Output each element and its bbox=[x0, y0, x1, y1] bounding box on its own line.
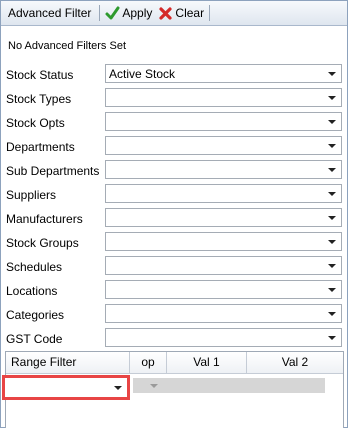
schedules-dropdown[interactable] bbox=[105, 256, 342, 275]
chevron-down-icon[interactable] bbox=[328, 288, 336, 292]
chevron-down-icon[interactable] bbox=[328, 216, 336, 220]
toolbar-divider bbox=[99, 5, 101, 21]
filter-label: Stock Groups bbox=[6, 236, 79, 250]
range-filter-dropdown-highlighted[interactable] bbox=[2, 375, 130, 400]
filter-row-stock-types: Stock Types bbox=[1, 88, 347, 110]
stock-groups-dropdown[interactable] bbox=[105, 232, 342, 251]
apply-button[interactable]: Apply bbox=[102, 6, 155, 21]
op-and-values-cells[interactable] bbox=[133, 378, 325, 393]
panel-title: Advanced Filter bbox=[8, 6, 92, 20]
gst-code-dropdown[interactable] bbox=[105, 328, 342, 347]
filter-row-suppliers: Suppliers bbox=[1, 184, 347, 206]
filter-row-stock-groups: Stock Groups bbox=[1, 232, 347, 254]
chevron-down-icon[interactable] bbox=[328, 312, 336, 316]
chevron-down-icon[interactable] bbox=[328, 96, 336, 100]
departments-dropdown[interactable] bbox=[105, 136, 342, 155]
chevron-down-icon[interactable] bbox=[328, 168, 336, 172]
chevron-down-icon[interactable] bbox=[328, 336, 336, 340]
filter-label: Suppliers bbox=[6, 188, 57, 202]
column-header-val2[interactable]: Val 2 bbox=[247, 352, 343, 373]
toolbar: Advanced Filter Apply Clear bbox=[1, 1, 347, 26]
manufacturers-dropdown[interactable] bbox=[105, 208, 342, 227]
stock-types-dropdown[interactable] bbox=[105, 88, 342, 107]
stock-status-dropdown[interactable]: Active Stock bbox=[105, 64, 342, 83]
sub-departments-dropdown[interactable] bbox=[105, 160, 342, 179]
categories-dropdown[interactable] bbox=[105, 304, 342, 323]
locations-dropdown[interactable] bbox=[105, 280, 342, 299]
toolbar-divider bbox=[209, 5, 211, 21]
filter-label: Locations bbox=[6, 284, 58, 298]
filter-label: Stock Types bbox=[6, 92, 72, 106]
filter-row-stock-opts: Stock Opts bbox=[1, 112, 347, 134]
filter-label: Schedules bbox=[6, 260, 63, 274]
filter-label: Departments bbox=[6, 140, 75, 154]
advanced-filter-panel: Advanced Filter Apply Clear No Advanced … bbox=[0, 0, 348, 428]
clear-button[interactable]: Clear bbox=[155, 6, 207, 21]
filter-label: Stock Status bbox=[6, 68, 74, 82]
filter-label: Sub Departments bbox=[6, 164, 100, 178]
filter-row-gst-code: GST Code bbox=[1, 328, 347, 350]
chevron-down-icon[interactable] bbox=[328, 144, 336, 148]
filter-row-categories: Categories bbox=[1, 304, 347, 326]
chevron-down-icon[interactable] bbox=[328, 72, 336, 76]
filter-row-departments: Departments bbox=[1, 136, 347, 158]
filter-row-sub-departments: Sub Departments bbox=[1, 160, 347, 182]
checkmark-icon bbox=[105, 6, 120, 19]
filter-row-locations: Locations bbox=[1, 280, 347, 302]
chevron-down-icon[interactable] bbox=[328, 264, 336, 268]
filter-status-text: No Advanced Filters Set bbox=[8, 40, 127, 52]
stock-opts-dropdown[interactable] bbox=[105, 112, 342, 131]
chevron-down-icon[interactable] bbox=[114, 386, 122, 390]
filter-row-stock-status: Stock Status Active Stock bbox=[1, 64, 347, 86]
chevron-down-icon[interactable] bbox=[328, 120, 336, 124]
range-filter-dropdown[interactable] bbox=[7, 380, 125, 395]
chevron-down-icon[interactable] bbox=[328, 240, 336, 244]
grid-header: Range Filter op Val 1 Val 2 bbox=[6, 352, 343, 374]
filter-label: Categories bbox=[6, 308, 65, 322]
column-header-val1[interactable]: Val 1 bbox=[167, 352, 247, 373]
apply-label: Apply bbox=[122, 6, 153, 20]
column-header-op[interactable]: op bbox=[130, 352, 167, 373]
dropdown-value: Active Stock bbox=[109, 67, 176, 81]
filter-label: Manufacturers bbox=[6, 212, 83, 226]
filter-row-manufacturers: Manufacturers bbox=[1, 208, 347, 230]
chevron-down-icon[interactable] bbox=[150, 384, 158, 388]
filter-label: Stock Opts bbox=[6, 116, 65, 130]
filter-label: GST Code bbox=[6, 332, 63, 346]
clear-label: Clear bbox=[175, 6, 205, 20]
red-x-icon bbox=[159, 6, 173, 20]
chevron-down-icon[interactable] bbox=[328, 192, 336, 196]
filter-row-schedules: Schedules bbox=[1, 256, 347, 278]
suppliers-dropdown[interactable] bbox=[105, 184, 342, 203]
column-header-range-filter[interactable]: Range Filter bbox=[6, 352, 130, 373]
